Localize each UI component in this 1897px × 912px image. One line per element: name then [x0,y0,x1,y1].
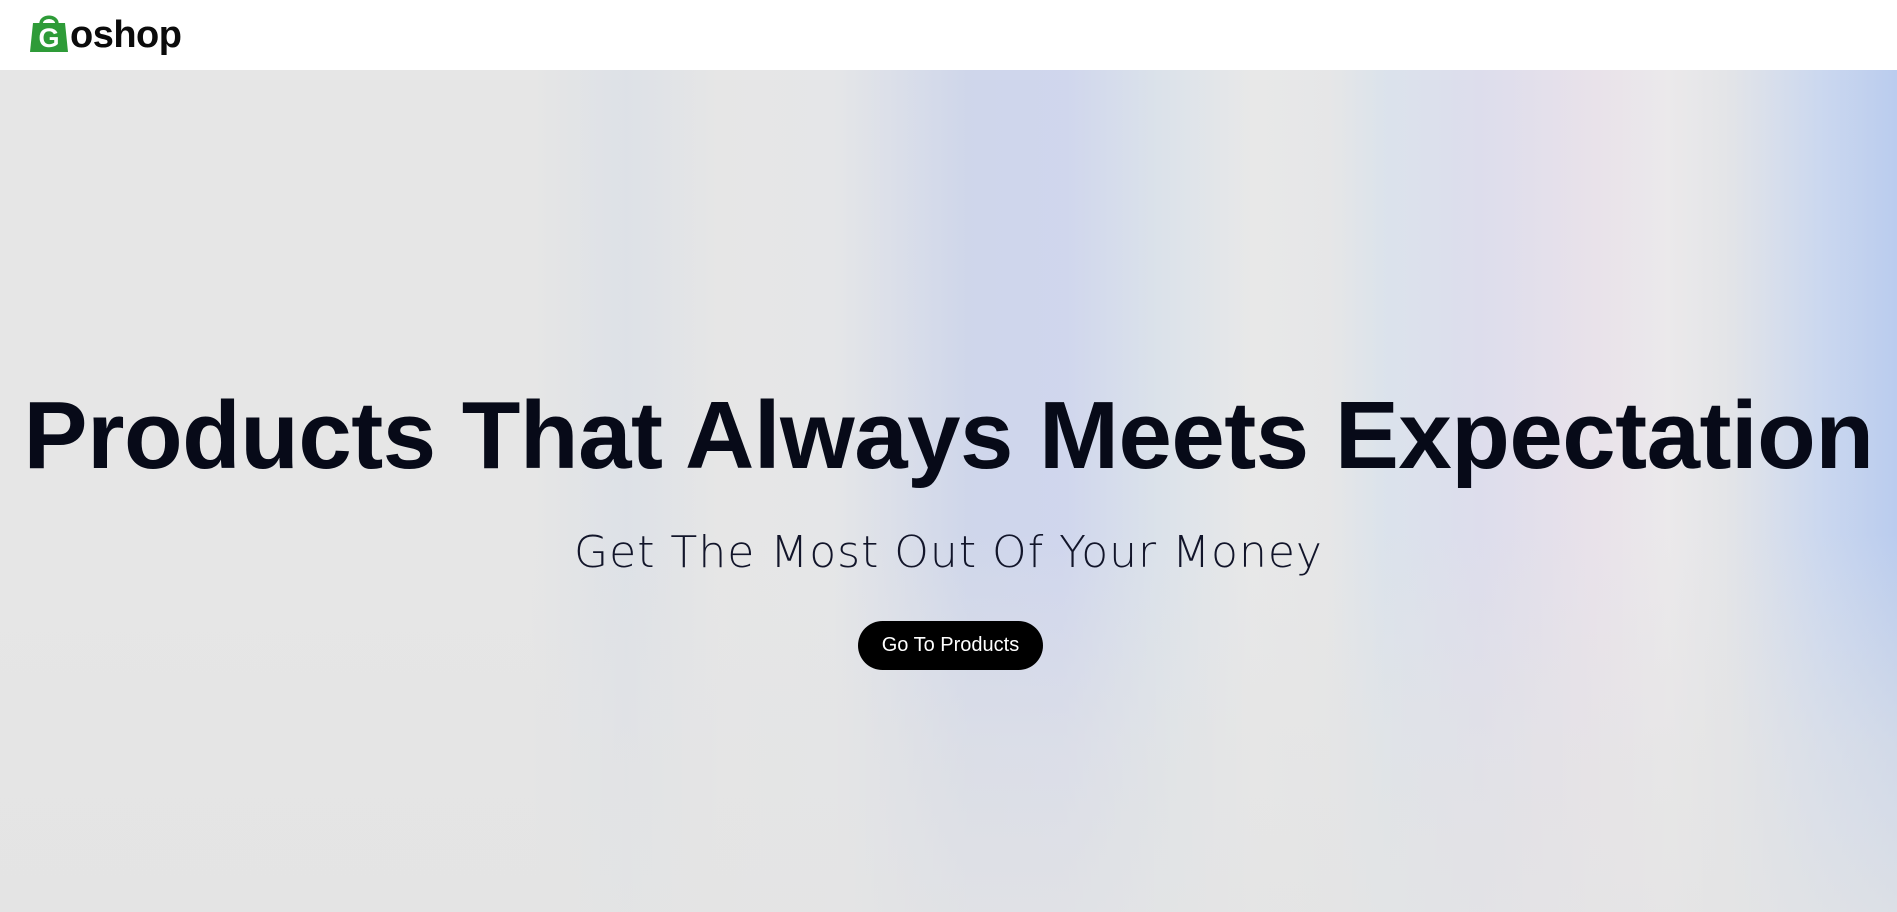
logo-link[interactable]: G oshop [28,14,182,56]
hero-content: Products That Always Meets Expectation G… [0,70,1897,912]
hero-section: Products That Always Meets Expectation G… [0,70,1897,912]
navbar: G oshop [0,0,1897,70]
shopping-bag-icon: G [28,15,70,54]
go-to-products-button[interactable]: Go To Products [858,621,1043,670]
hero-title: Products That Always Meets Expectation [23,382,1874,489]
hero-subtitle: Get The Most Out Of Your Money [574,527,1323,578]
logo-letter: G [38,23,59,53]
logo-text: oshop [70,14,182,56]
